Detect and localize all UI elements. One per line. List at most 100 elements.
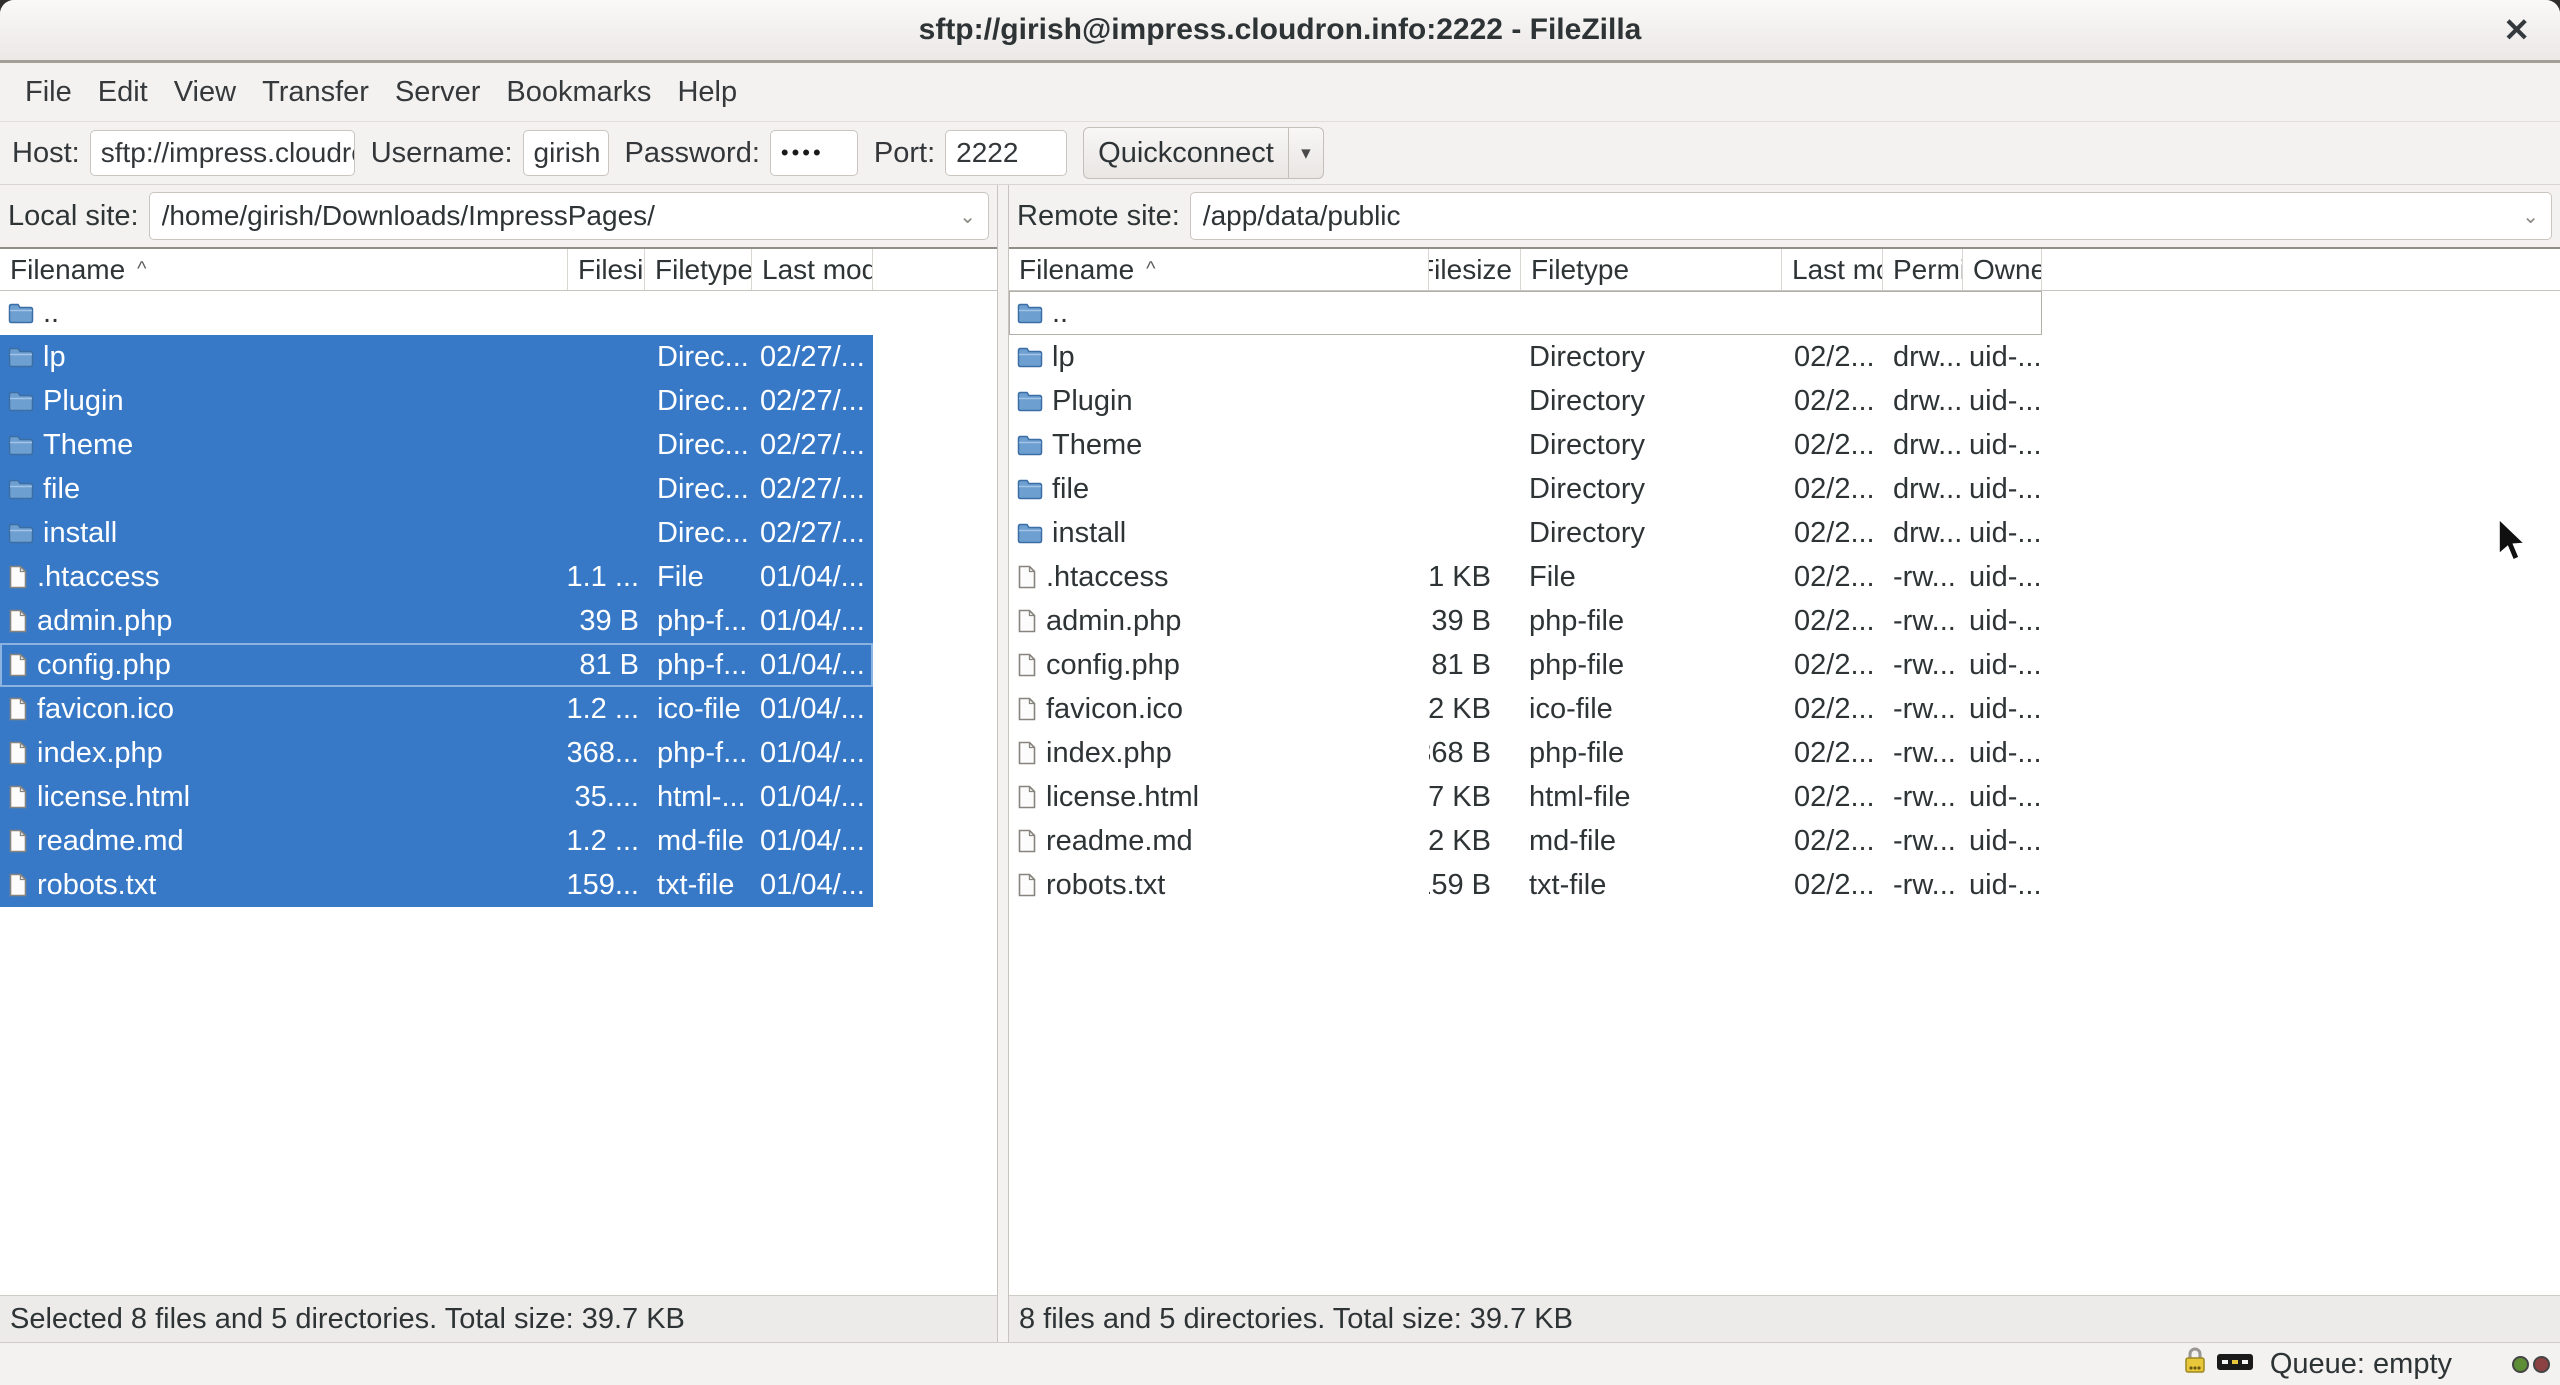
filename-label: config.php (1046, 648, 1180, 681)
close-icon[interactable]: ✕ (2495, 0, 2538, 60)
column-header-filename[interactable]: Filename ^ (0, 249, 568, 290)
type-cell: php-f... (657, 736, 748, 769)
filename-label: Theme (1052, 428, 1143, 461)
column-header-label: Filetype (655, 253, 752, 285)
host-input[interactable]: sftp://impress.cloudron.info (89, 130, 355, 176)
filename-cell: .. (0, 291, 568, 335)
filename-label: config.php (37, 648, 171, 681)
menu-item-view[interactable]: View (161, 63, 249, 121)
file-row[interactable]: .htaccess 1.1 ... File 01/04/... (0, 555, 873, 599)
column-header-last-modified[interactable]: Last modified (1782, 249, 1883, 290)
column-header-filesize[interactable]: Filesize (568, 249, 645, 290)
file-row[interactable]: config.php 81 B php-file 02/2... -rw... uid-.… (1009, 643, 2042, 687)
modified-cell: 01/04/... (760, 604, 865, 637)
column-header-owner-group[interactable]: Owner/Group (1963, 249, 2042, 290)
file-row[interactable]: readme.md 1.2 ... md-file 01/04/... (0, 819, 873, 863)
remote-site-combo[interactable]: /app/data/public ⌄ (1189, 192, 2552, 240)
size-cell: 368 B (1429, 736, 1491, 769)
column-header-filetype[interactable]: Filetype (1521, 249, 1782, 290)
modified-cell: 01/04/... (760, 560, 865, 593)
size-cell: 39 B (1431, 604, 1491, 637)
type-cell: Directory (1529, 384, 1646, 417)
quickconnect-button[interactable]: Quickconnect (1083, 127, 1289, 179)
local-site-label: Local site: (8, 199, 139, 232)
file-row[interactable]: index.php 368 B php-file 02/2... -rw... uid-.… (1009, 731, 2042, 775)
menu-item-server[interactable]: Server (382, 63, 493, 121)
password-input[interactable]: •••• (769, 130, 858, 176)
modified-cell: 02/27/... (760, 340, 865, 373)
modified-cell: 02/2... (1794, 428, 1875, 461)
column-header-permissions[interactable]: Permissions (1883, 249, 1963, 290)
modified-cell: 02/27/... (760, 472, 865, 505)
menu-item-edit[interactable]: Edit (85, 63, 161, 121)
column-header-label: Filesize (1429, 253, 1512, 285)
perms-cell: drw... (1893, 340, 1963, 373)
port-input[interactable]: 2222 (945, 130, 1068, 176)
perms-cell: -rw... (1893, 780, 1956, 813)
file-row[interactable]: file Direc... 02/27/... (0, 467, 873, 511)
file-row[interactable]: .. (0, 291, 873, 335)
file-row[interactable]: Plugin Directory 02/2... drw... uid-... (1009, 379, 2042, 423)
modified-cell: 02/2... (1794, 648, 1875, 681)
local-column-headers: Filename ^ Filesize Filetype Last modified (0, 249, 997, 291)
local-site-combo[interactable]: /home/girish/Downloads/ImpressPages/ ⌄ (148, 192, 989, 240)
file-row[interactable]: install Directory 02/2... drw... uid-... (1009, 511, 2042, 555)
menu-item-file[interactable]: File (12, 63, 85, 121)
file-row[interactable]: index.php 368... php-f... 01/04/... (0, 731, 873, 775)
filename-label: readme.md (37, 824, 184, 857)
size-cell (568, 291, 645, 335)
size-cell: 35.7 KB (1429, 780, 1491, 813)
file-row[interactable]: Theme Directory 02/2... drw... uid-... (1009, 423, 2042, 467)
owner-cell: uid-... (1969, 384, 2042, 417)
file-row[interactable]: file Directory 02/2... drw... uid-... (1009, 467, 2042, 511)
sort-ascending-icon: ^ (137, 258, 147, 280)
file-row[interactable]: robots.txt 159 B txt-file 02/2... -rw... uid-… (1009, 863, 2042, 907)
column-header-filetype[interactable]: Filetype (645, 249, 752, 290)
file-row[interactable]: admin.php 39 B php-f... 01/04/... (0, 599, 873, 643)
menu-item-bookmarks[interactable]: Bookmarks (493, 63, 664, 121)
file-row[interactable]: Plugin Direc... 02/27/... (0, 379, 873, 423)
column-header-last-modified[interactable]: Last modified (752, 249, 873, 290)
file-row[interactable]: Theme Direc... 02/27/... (0, 423, 873, 467)
file-icon (1017, 609, 1037, 633)
file-row[interactable]: lp Direc... 02/27/... (0, 335, 873, 379)
type-cell: Direc... (657, 472, 749, 505)
protocol-badge-icon (2216, 1348, 2254, 1381)
column-header-filesize[interactable]: Filesize (1429, 249, 1521, 290)
type-cell: php-f... (657, 648, 748, 681)
owner-cell: uid-... (1969, 560, 2042, 593)
filename-label: robots.txt (37, 868, 157, 901)
file-row[interactable]: config.php 81 B php-f... 01/04/... (0, 643, 873, 687)
remote-site-path: /app/data/public (1202, 200, 1401, 231)
modified-cell: 02/27/... (760, 428, 865, 461)
file-row[interactable]: install Direc... 02/27/... (0, 511, 873, 555)
file-row[interactable]: .htaccess 1.1 KB File 02/2... -rw... uid-... (1009, 555, 2042, 599)
file-row[interactable]: license.html 35.7 KB html-file 02/2... -rw..… (1009, 775, 2042, 819)
quickconnect-dropdown-icon[interactable]: ▾ (1288, 127, 1324, 179)
filename-cell: favicon.ico (1009, 687, 1429, 731)
size-cell: 1.2 KB (1429, 692, 1491, 725)
chevron-down-icon[interactable]: ⌄ (2512, 204, 2539, 229)
modified-cell: 02/2... (1794, 560, 1875, 593)
file-row[interactable]: .. (1009, 291, 2042, 335)
file-row[interactable]: lp Directory 02/2... drw... uid-... (1009, 335, 2042, 379)
modified-cell: 02/2... (1794, 516, 1875, 549)
perms-cell: -rw... (1893, 560, 1956, 593)
chevron-down-icon[interactable]: ⌄ (949, 204, 976, 229)
pane-splitter[interactable] (997, 185, 1009, 1342)
filename-label: .. (43, 296, 60, 329)
perms-cell: -rw... (1893, 692, 1956, 725)
username-input[interactable]: girish (522, 130, 609, 176)
file-row[interactable]: favicon.ico 1.2 ... ico-file 01/04/... (0, 687, 873, 731)
size-cell (568, 379, 645, 423)
modified-cell: 02/2... (1794, 824, 1875, 857)
menu-item-help[interactable]: Help (664, 63, 750, 121)
file-row[interactable]: license.html 35.... html-... 01/04/... (0, 775, 873, 819)
menu-item-transfer[interactable]: Transfer (249, 63, 382, 121)
file-row[interactable]: robots.txt 159... txt-file 01/04/... (0, 863, 873, 907)
type-cell: Direc... (657, 384, 749, 417)
file-row[interactable]: admin.php 39 B php-file 02/2... -rw... uid-..… (1009, 599, 2042, 643)
column-header-filename[interactable]: Filename ^ (1009, 249, 1429, 290)
file-row[interactable]: readme.md 1.2 KB md-file 02/2... -rw... uid-.… (1009, 819, 2042, 863)
file-row[interactable]: favicon.ico 1.2 KB ico-file 02/2... -rw... ui… (1009, 687, 2042, 731)
